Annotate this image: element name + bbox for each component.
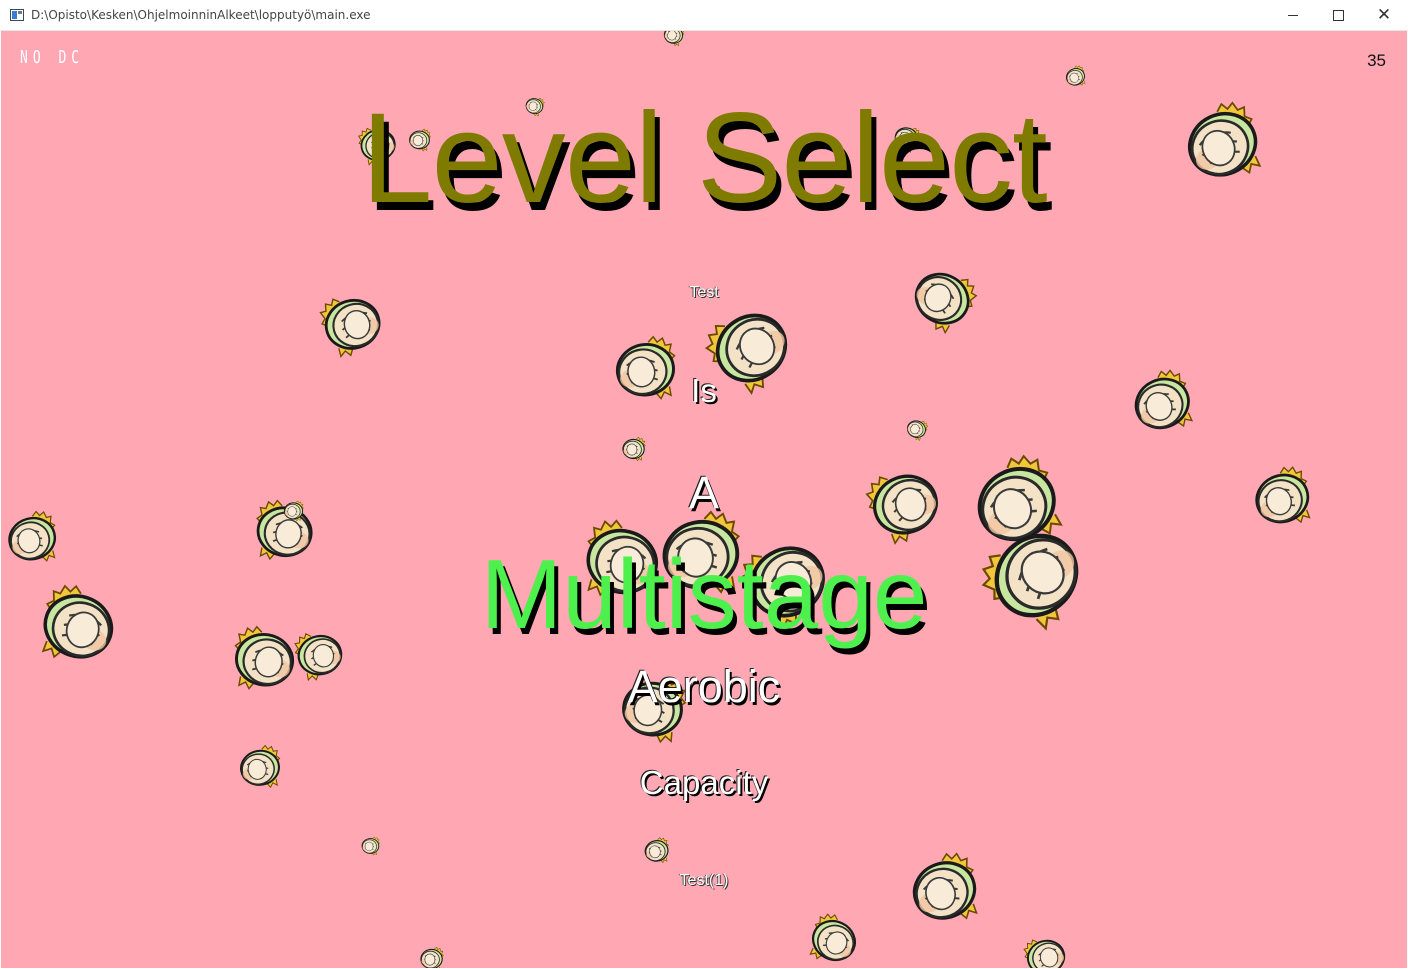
window-title: D:\Opisto\Kesken\OhjelmoinninAlkeet\lopp… (31, 8, 371, 22)
close-button[interactable]: ✕ (1361, 0, 1407, 31)
shell-creature-icon (1018, 928, 1077, 968)
shell-creature-icon (1060, 62, 1091, 93)
title-bar[interactable]: D:\Opisto\Kesken\OhjelmoinninAlkeet\lopp… (0, 0, 1408, 31)
shell-creature-icon (892, 840, 995, 943)
maximize-button[interactable] (1315, 0, 1361, 31)
game-window: D:\Opisto\Kesken\OhjelmoinninAlkeet\lopp… (0, 0, 1408, 969)
level-item-capacity[interactable]: Capacity (1, 763, 1407, 803)
shell-creature-icon (639, 834, 674, 869)
shell-creature-icon (901, 414, 932, 445)
minimize-icon (1288, 15, 1298, 16)
level-item-a[interactable]: A (1, 467, 1407, 519)
maximize-icon (1332, 10, 1344, 21)
shell-creature-icon (359, 835, 381, 857)
level-item-test[interactable]: Test (1, 283, 1407, 303)
level-select-heading: Level Select (361, 87, 1047, 230)
game-canvas[interactable]: NO DC 35 Level Select Test Is A Multista… (1, 31, 1407, 968)
shell-creature-icon (659, 31, 687, 49)
frame-counter: 35 (1367, 51, 1386, 70)
app-window-icon (10, 9, 24, 21)
close-icon: ✕ (1376, 5, 1392, 25)
shell-creature-icon (619, 435, 647, 463)
level-item-is[interactable]: Is (1, 371, 1407, 411)
fps-label: NO DC (20, 48, 85, 69)
shell-creature-icon (417, 945, 445, 968)
level-item-aerobic[interactable]: Aerobic (1, 661, 1407, 713)
minimize-button[interactable] (1270, 0, 1316, 31)
level-item-multistage-selected[interactable]: Multistage (1, 539, 1407, 649)
level-item-test-1[interactable]: Test(1) (1, 871, 1407, 891)
shell-creature-icon (798, 904, 872, 968)
